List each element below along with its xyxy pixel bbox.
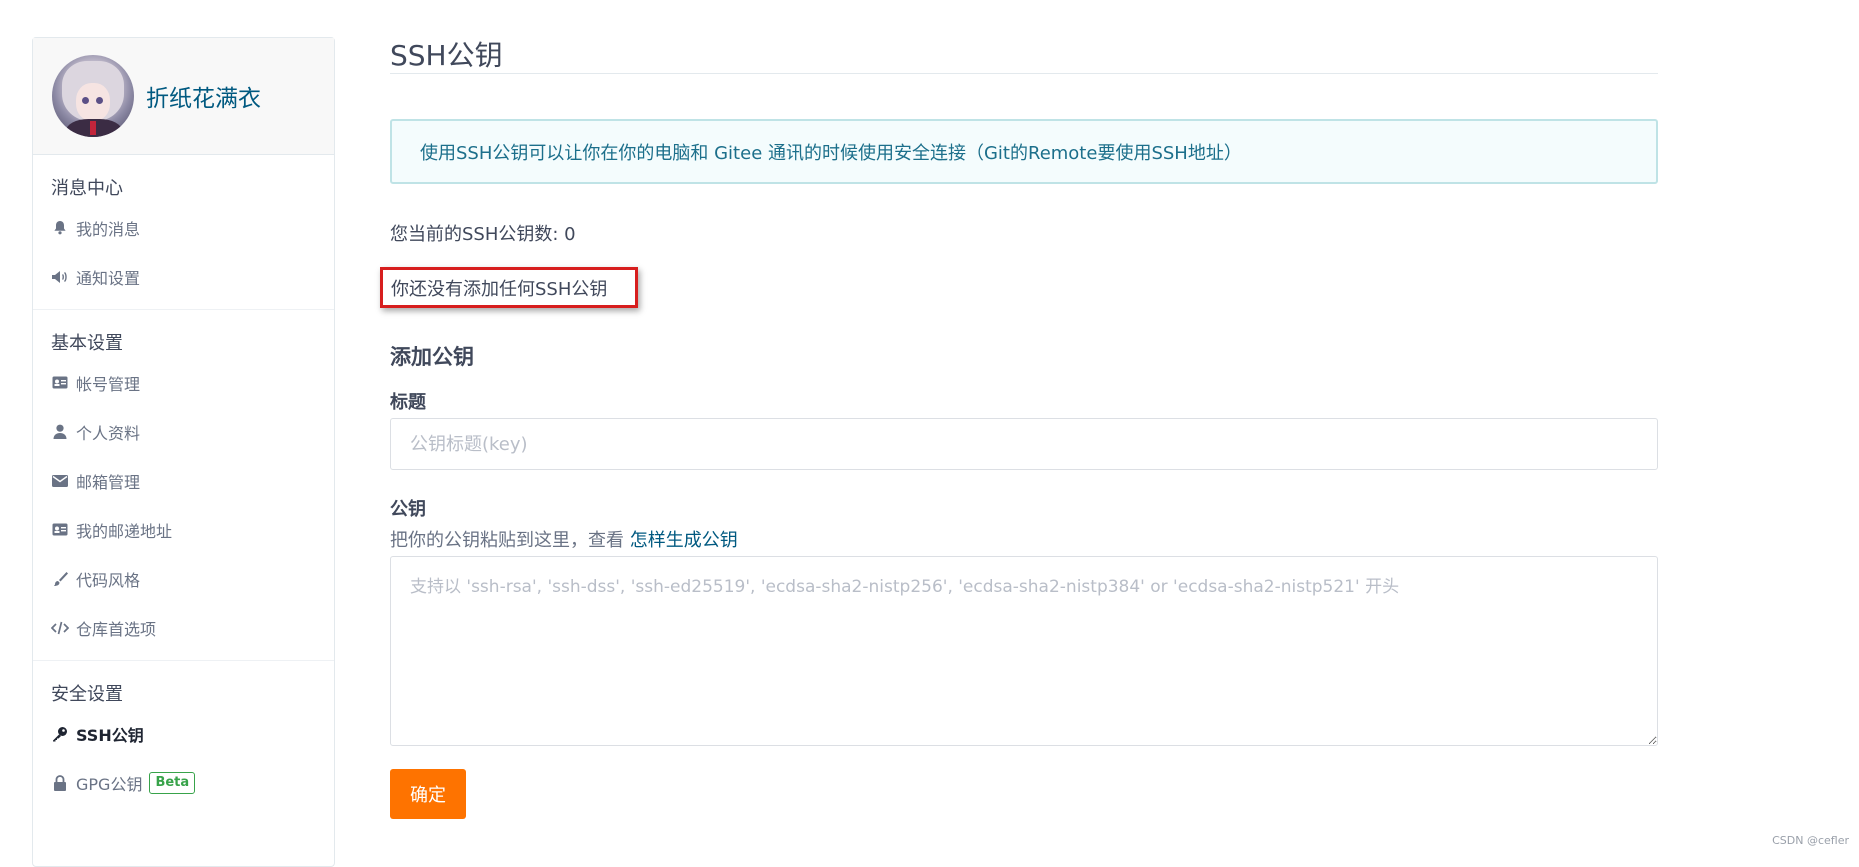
sidebar-section-security: 安全设置 SSH公钥 GPG公钥 Beta — [33, 661, 334, 815]
sidebar-item-label: 个人资料 — [76, 423, 141, 443]
page-title: SSH公钥 — [390, 39, 503, 72]
sidebar-item-ssh-keys[interactable]: SSH公钥 — [33, 709, 334, 758]
sidebar-section-title: 基本设置 — [51, 333, 123, 354]
how-to-generate-key-link[interactable]: 怎样生成公钥 — [630, 530, 738, 551]
sidebar-item-label: 通知设置 — [76, 268, 141, 288]
key-field-label: 公钥 — [390, 499, 426, 520]
sidebar-item-label: 我的消息 — [76, 219, 141, 239]
megaphone-icon — [51, 268, 69, 286]
avatar[interactable] — [52, 55, 134, 137]
sidebar-item-email[interactable]: 邮箱管理 — [33, 456, 334, 505]
key-title-input[interactable] — [390, 418, 1658, 470]
beta-badge: Beta — [149, 771, 196, 794]
watermark: CSDN @cefler — [1772, 834, 1849, 847]
sidebar-item-repo-preferences[interactable]: 仓库首选项 — [33, 603, 334, 652]
sidebar-item-account[interactable]: 帐号管理 — [33, 358, 334, 407]
title-divider — [390, 73, 1658, 74]
highlight-box: 你还没有添加任何SSH公钥 — [380, 267, 638, 308]
key-hint: 把你的公钥粘贴到这里，查看 怎样生成公钥 — [390, 526, 738, 552]
sidebar-item-address[interactable]: 我的邮递地址 — [33, 505, 334, 554]
lock-icon — [51, 774, 69, 792]
bell-icon — [51, 219, 69, 237]
public-key-textarea[interactable] — [390, 556, 1658, 746]
title-field-label: 标题 — [390, 392, 426, 413]
id-card-icon — [51, 374, 69, 392]
sidebar-item-profile[interactable]: 个人资料 — [33, 407, 334, 456]
sidebar-item-my-messages[interactable]: 我的消息 — [33, 203, 334, 252]
profile-name[interactable]: 折纸花满衣 — [146, 79, 261, 113]
sidebar-section-basic: 基本设置 帐号管理 个人资料 邮箱管理 我的邮递地址 代码风格 仓库首选项 — [33, 310, 334, 661]
sidebar-item-label: 代码风格 — [76, 570, 141, 590]
sidebar-item-label: 我的邮递地址 — [76, 521, 173, 541]
add-key-heading: 添加公钥 — [390, 345, 474, 369]
settings-sidebar: 折纸花满衣 消息中心 我的消息 通知设置 基本设置 帐号管理 个人资料 邮箱管理… — [32, 37, 335, 867]
key-count-text: 您当前的SSH公钥数: 0 — [390, 224, 576, 245]
envelope-icon — [51, 472, 69, 490]
sidebar-item-label: 邮箱管理 — [76, 472, 141, 492]
code-icon — [51, 619, 69, 637]
sidebar-item-label: SSH公钥 — [76, 725, 144, 745]
user-profile: 折纸花满衣 — [33, 38, 334, 155]
user-icon — [51, 423, 69, 441]
key-hint-text: 把你的公钥粘贴到这里，查看 — [390, 530, 624, 551]
sidebar-section-messages: 消息中心 我的消息 通知设置 — [33, 155, 334, 310]
no-key-message: 你还没有添加任何SSH公钥 — [391, 278, 608, 300]
sidebar-item-code-style[interactable]: 代码风格 — [33, 554, 334, 603]
sidebar-section-title: 消息中心 — [51, 178, 123, 199]
sidebar-item-label: 帐号管理 — [76, 374, 141, 394]
sidebar-item-label: 仓库首选项 — [76, 619, 157, 639]
sidebar-item-notification-settings[interactable]: 通知设置 — [33, 252, 334, 301]
sidebar-item-gpg-keys[interactable]: GPG公钥 Beta — [33, 758, 334, 807]
info-alert-text: 使用SSH公钥可以让你在你的电脑和 Gitee 通讯的时候使用安全连接（Git的… — [420, 142, 1242, 164]
sidebar-section-title: 安全设置 — [51, 684, 123, 705]
sidebar-item-label: GPG公钥 — [76, 774, 143, 794]
paintbrush-icon — [51, 570, 69, 588]
key-icon — [51, 725, 69, 743]
info-alert: 使用SSH公钥可以让你在你的电脑和 Gitee 通讯的时候使用安全连接（Git的… — [390, 119, 1658, 184]
address-card-icon — [51, 521, 69, 539]
submit-button[interactable]: 确定 — [390, 769, 466, 819]
